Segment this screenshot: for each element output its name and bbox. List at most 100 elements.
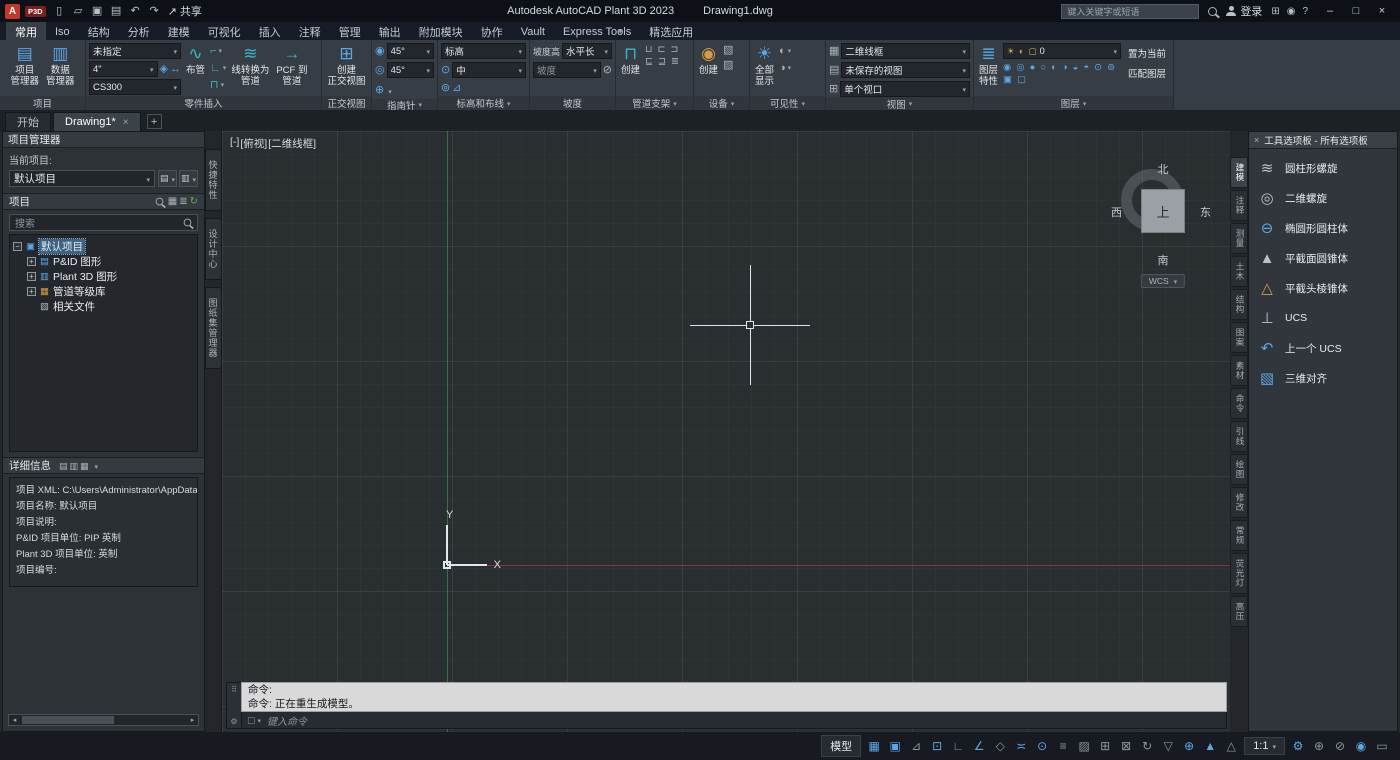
viewcube-top-face[interactable]: 上 (1141, 189, 1185, 233)
dynamic-ucs-icon[interactable]: ↻ (1137, 735, 1157, 757)
pipe-class-dropdown[interactable]: CS300 (89, 79, 181, 95)
command-grip-icon[interactable]: ⠿ (231, 685, 237, 694)
viewport-control[interactable]: [二维线框] (268, 136, 316, 151)
tree-item[interactable]: + ▤ P&ID 图形 (27, 254, 194, 269)
tree-expander-icon[interactable]: + (27, 272, 36, 281)
compass-icon[interactable]: ⊕ (375, 83, 384, 97)
viewport-control[interactable]: [俯视] (240, 136, 267, 151)
tool-palette-item[interactable]: ↶ 上一个 UCS (1249, 333, 1397, 363)
data-manager-button[interactable]: ▥ 数据 管理器 (44, 43, 77, 89)
ribbon-tab[interactable]: 注释 (290, 22, 330, 40)
tab-close-icon[interactable]: × (123, 117, 129, 128)
project-search-input[interactable]: 搜索 (9, 214, 198, 231)
routing-plane-icon[interactable]: ⊙ (441, 63, 450, 77)
tree-item[interactable]: + ▦ 管道等级库 (27, 284, 194, 299)
line-to-pipe-button[interactable]: ≋ 线转换为 管道 (229, 43, 271, 89)
layer-dropdown[interactable]: ☀ ◐ ▢ 0 (1003, 43, 1121, 59)
scrollbar-thumb[interactable] (22, 716, 114, 724)
graphics-performance-icon[interactable]: ◉ (1351, 735, 1371, 757)
3d-object-snap-icon[interactable]: ⊠ (1116, 735, 1136, 757)
help-icon[interactable]: ? (1302, 6, 1308, 17)
tree-expander-icon[interactable]: + (27, 287, 36, 296)
detail-copy-icon[interactable]: ▥ (70, 459, 79, 473)
recent-commands-icon[interactable]: ▢ (247, 715, 261, 726)
selection-cycling-icon[interactable]: ⊞ (1095, 735, 1115, 757)
close-icon[interactable]: × (1254, 135, 1259, 145)
size-toggle-icon[interactable]: ◈ (160, 62, 168, 76)
tool-palette-item[interactable]: ▲ 平截面圆锥体 (1249, 243, 1397, 273)
ribbon-tab[interactable]: Iso (46, 22, 79, 40)
tool-palette-item[interactable]: ▧ 三维对齐 (1249, 363, 1397, 393)
tool-palette-item[interactable]: △ 平截头棱锥体 (1249, 273, 1397, 303)
ribbon-tab[interactable]: 常用 (6, 22, 46, 40)
tool-palette-tab[interactable]: 测量 (1230, 223, 1248, 254)
viewport-control[interactable]: [-] (230, 136, 239, 151)
viewcube-west[interactable]: 西 (1111, 204, 1122, 220)
save-icon[interactable]: ▣ (89, 1, 106, 21)
support-3-icon[interactable]: ⊐ (670, 44, 678, 55)
stub-in-icon[interactable]: ⌐ (210, 43, 226, 59)
ribbon-tab[interactable]: 精选应用 (640, 22, 702, 40)
tool-palette-tab[interactable]: 图案 (1230, 322, 1248, 353)
details-caret[interactable] (93, 460, 99, 472)
spec-dropdown[interactable]: 未指定 (89, 43, 181, 59)
support-2-icon[interactable]: ⊏ (657, 44, 665, 55)
cart-icon[interactable]: ⊞ (1271, 6, 1279, 17)
ribbon-tab[interactable]: 可视化 (199, 22, 250, 40)
ribbon-tab[interactable]: 建模 (159, 22, 199, 40)
ribbon-tab[interactable]: 插入 (250, 22, 290, 40)
joint-icon[interactable]: ⊓ (210, 77, 226, 93)
anchored-palette-tab[interactable]: 快捷特性 (205, 149, 222, 211)
tool-palette-tab[interactable]: 高压 (1230, 596, 1248, 627)
compass-toggle-icon[interactable]: ◉ (375, 44, 385, 58)
layer-isolate-icon[interactable]: ◒ (1073, 62, 1079, 73)
ribbon-tab[interactable]: 结构 (79, 22, 119, 40)
command-grip-bar[interactable]: ⠿ ⚙ (226, 682, 241, 729)
tool-palette-tab[interactable]: 常规 (1230, 520, 1248, 551)
equipment-convert-icon[interactable]: ▨ (723, 58, 733, 72)
undo-icon[interactable]: ↶ (127, 1, 144, 21)
layer-walk-icon[interactable]: ▣ (1003, 74, 1012, 85)
create-equipment-button[interactable]: ◉ 创建 (697, 43, 720, 78)
autocad-logo-icon[interactable]: A (5, 4, 20, 19)
search-icon[interactable] (1208, 7, 1217, 16)
tab-drawing1[interactable]: Drawing1* × (53, 112, 141, 131)
new-drawing-tab-button[interactable]: + (147, 114, 162, 129)
export-icon[interactable]: ▥ (179, 170, 198, 187)
ribbon-tab[interactable]: 附加模块 (410, 22, 472, 40)
model-space-button[interactable]: 模型 (821, 735, 861, 757)
scroll-right-icon[interactable]: ▸ (187, 716, 198, 724)
layer-off-icon[interactable]: ◉ (1003, 62, 1011, 73)
tool-palette-item[interactable]: ≋ 圆柱形螺旋 (1249, 153, 1397, 183)
support-6-icon[interactable]: ≣ (671, 56, 679, 67)
support-5-icon[interactable]: ⊒ (658, 56, 666, 67)
transparency-icon[interactable]: ▨ (1074, 735, 1094, 757)
elevation-dropdown[interactable]: 标高 (441, 43, 526, 59)
viewcube-east[interactable]: 东 (1200, 204, 1211, 220)
tool-palette-tab[interactable]: 结构 (1230, 289, 1248, 320)
tool-palette-tab[interactable]: 注释 (1230, 190, 1248, 221)
slope-toggle-icon[interactable]: ⊘ (603, 63, 612, 77)
match-layer-button[interactable]: 匹配图层 (1124, 63, 1170, 83)
minimize-button[interactable]: – (1317, 0, 1343, 22)
compass-snap-icon[interactable]: ◎ (375, 63, 385, 77)
drawing-canvas[interactable]: [-][俯视][二维线框] Y X 上 北 南 西 东 WCS ⠿ ⚙ 命令: … (222, 131, 1230, 732)
notification-bell-icon[interactable]: ◉ (1287, 6, 1296, 17)
wcs-dropdown[interactable]: WCS (1141, 274, 1185, 288)
ortho-icon[interactable]: ∟ (948, 735, 968, 757)
layer-on-icon[interactable]: ◎ (1016, 62, 1024, 73)
isolate-objects-icon[interactable]: ⊘ (1330, 735, 1350, 757)
snap-icon[interactable]: ▣ (885, 735, 905, 757)
project-search-icon[interactable] (155, 198, 163, 206)
autoscale-icon[interactable]: △ (1221, 735, 1241, 757)
ribbon-tab[interactable]: 输出 (370, 22, 410, 40)
command-input[interactable]: ▢ 键入命令 (241, 712, 1227, 729)
anchored-palette-tab[interactable]: 图纸集管理器 (205, 287, 222, 369)
tree-item[interactable]: − ▣ 默认项目 (13, 239, 194, 254)
route-pipe-button[interactable]: ∿ 布管 (184, 43, 207, 78)
support-1-icon[interactable]: ⊔ (645, 44, 652, 55)
ribbon-tab[interactable]: 管理 (330, 22, 370, 40)
anchored-palette-tab[interactable]: 设计中心 (205, 218, 222, 280)
layer-properties-button[interactable]: ≣ 图层 特性 (977, 43, 1000, 89)
isolate-selected-icon[interactable]: ◑ (779, 60, 791, 76)
